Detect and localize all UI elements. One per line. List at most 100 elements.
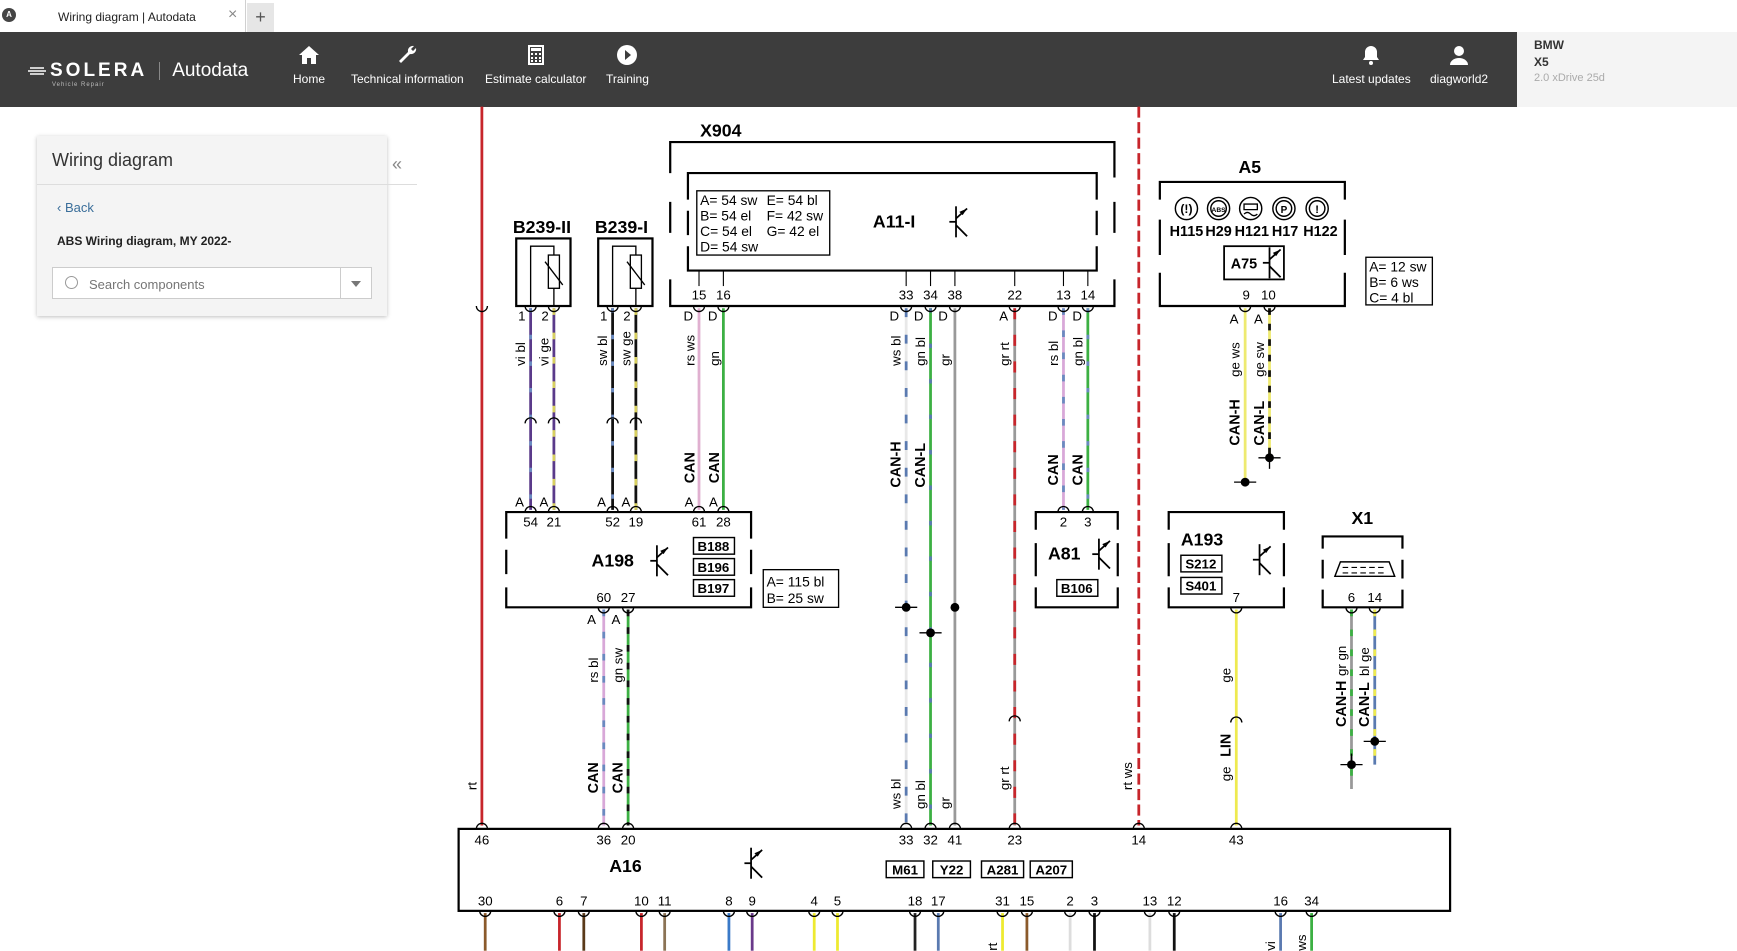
svg-text:gn bl: gn bl <box>913 780 928 809</box>
svg-text:CAN: CAN <box>611 762 627 793</box>
svg-text:ws: ws <box>1294 934 1309 951</box>
component-x1[interactable]: X1 <box>1351 508 1373 528</box>
lamp-h17[interactable]: H17 <box>1272 224 1298 240</box>
search-components-field[interactable] <box>52 267 372 299</box>
svg-text:B= 6 ws: B= 6 ws <box>1369 274 1419 290</box>
ref-a207[interactable]: A207 <box>1035 862 1067 877</box>
component-a5[interactable]: A5 <box>1238 157 1261 177</box>
a16-pin: 17 <box>931 893 946 908</box>
component-a198[interactable]: A198 <box>592 550 635 570</box>
ref-s212[interactable]: S212 <box>1185 557 1216 572</box>
svg-text:gr rt: gr rt <box>997 766 1012 790</box>
components-dropdown-toggle[interactable] <box>340 268 371 298</box>
back-link[interactable]: ‹ Back <box>57 200 94 215</box>
a16-pin: 9 <box>748 893 755 908</box>
lamp-h122[interactable]: H122 <box>1303 224 1337 240</box>
svg-text:CAN: CAN <box>586 762 602 793</box>
ref-m61[interactable]: M61 <box>892 862 918 877</box>
svg-text:CAN: CAN <box>1046 454 1062 485</box>
svg-text:A: A <box>587 612 596 627</box>
svg-text:CAN-L: CAN-L <box>1252 401 1268 446</box>
component-x904[interactable]: X904 <box>700 121 742 141</box>
a16-pin: 18 <box>908 893 923 908</box>
component-b239-ii[interactable]: B239-II <box>513 217 571 237</box>
component-a193[interactable]: A193 <box>1181 529 1224 549</box>
svg-text:B= 54 el: B= 54 el <box>700 208 751 224</box>
a16-pin: 23 <box>1007 832 1022 847</box>
svg-text:60: 60 <box>596 590 611 605</box>
search-components-input[interactable] <box>87 274 341 294</box>
svg-text:A: A <box>597 495 606 510</box>
a16-pin: 36 <box>596 832 611 847</box>
svg-text:38: 38 <box>948 287 963 302</box>
svg-text:ge: ge <box>1219 668 1234 683</box>
component-b239-i[interactable]: B239-I <box>595 217 648 237</box>
svg-text:C= 54 el: C= 54 el <box>700 223 752 239</box>
svg-text:CAN-L: CAN-L <box>913 443 929 488</box>
ref-b197[interactable]: B197 <box>698 581 730 596</box>
svg-text:gn: gn <box>707 351 722 366</box>
svg-text:A= 12 sw: A= 12 sw <box>1369 259 1427 275</box>
svg-text:A: A <box>1254 312 1263 327</box>
wiring-diagram-panel: Wiring diagram « ‹ Back ABS Wiring diagr… <box>37 136 417 316</box>
parking-brake-icon: P <box>1281 205 1288 216</box>
diagram-subtitle: ABS Wiring diagram, MY 2022- <box>57 234 232 248</box>
svg-text:CAN-H: CAN-H <box>889 441 905 487</box>
component-a11[interactable]: A11-I <box>873 211 915 231</box>
a16-pin: 7 <box>580 893 587 908</box>
component-a16[interactable]: A16 <box>609 856 642 876</box>
svg-text:10: 10 <box>1261 287 1276 302</box>
component-a81[interactable]: A81 <box>1048 544 1081 564</box>
a16-pin: 8 <box>725 893 732 908</box>
a16-pin: 13 <box>1142 893 1157 908</box>
svg-text:CAN: CAN <box>1070 454 1086 485</box>
svg-text:vi ge: vi ge <box>536 338 551 366</box>
svg-text:G= 42 el: G= 42 el <box>767 223 820 239</box>
svg-text:A: A <box>999 308 1008 323</box>
a16-pin: 32 <box>923 832 938 847</box>
svg-text:A: A <box>709 495 718 510</box>
svg-text:A= 115 bl: A= 115 bl <box>767 573 825 589</box>
svg-text:gr: gr <box>937 353 952 365</box>
ref-y22[interactable]: Y22 <box>940 862 964 877</box>
svg-text:D: D <box>1048 308 1058 323</box>
lamp-h29[interactable]: H29 <box>1205 224 1231 240</box>
abs-warning-icon: ABS <box>1212 207 1227 214</box>
svg-text:rt: rt <box>985 942 1000 950</box>
svg-text:D: D <box>1072 308 1082 323</box>
svg-text:CAN: CAN <box>707 452 723 483</box>
component-a75[interactable]: A75 <box>1231 256 1257 272</box>
svg-text:14: 14 <box>1080 287 1095 302</box>
svg-text:52: 52 <box>605 514 620 529</box>
svg-text:sw ge: sw ge <box>618 331 633 366</box>
collapse-panel-icon[interactable]: « <box>392 154 402 175</box>
svg-text:D= 54 sw: D= 54 sw <box>700 239 759 255</box>
svg-text:D: D <box>684 308 694 323</box>
panel-title: Wiring diagram <box>52 150 174 170</box>
stability-control-icon <box>1243 203 1258 217</box>
ref-b196[interactable]: B196 <box>698 560 730 575</box>
a16-pin: 43 <box>1229 832 1244 847</box>
panel-divider <box>37 184 417 185</box>
a16-pin: 5 <box>834 893 841 908</box>
svg-text:16: 16 <box>716 287 731 302</box>
a16-pin: 11 <box>658 893 672 908</box>
svg-text:33: 33 <box>899 287 914 302</box>
svg-text:54: 54 <box>523 514 538 529</box>
ref-b188[interactable]: B188 <box>698 539 730 554</box>
svg-text:gr gn: gr gn <box>1334 646 1349 676</box>
lamp-h121[interactable]: H121 <box>1235 224 1269 240</box>
svg-text:A: A <box>685 495 694 510</box>
ref-b106[interactable]: B106 <box>1061 581 1093 596</box>
ref-s401[interactable]: S401 <box>1185 579 1217 594</box>
ref-a281[interactable]: A281 <box>987 862 1019 877</box>
svg-text:ge sw: ge sw <box>1252 342 1267 377</box>
lamp-h115[interactable]: H115 <box>1170 224 1204 240</box>
back-label: Back <box>64 200 94 215</box>
svg-text:D: D <box>890 308 900 323</box>
obd-connector-icon <box>1333 561 1396 578</box>
svg-text:bl ge: bl ge <box>1357 647 1372 676</box>
a16-pin: 2 <box>1066 893 1073 908</box>
svg-text:61: 61 <box>692 514 707 529</box>
svg-text:ws bl: ws bl <box>889 779 904 810</box>
